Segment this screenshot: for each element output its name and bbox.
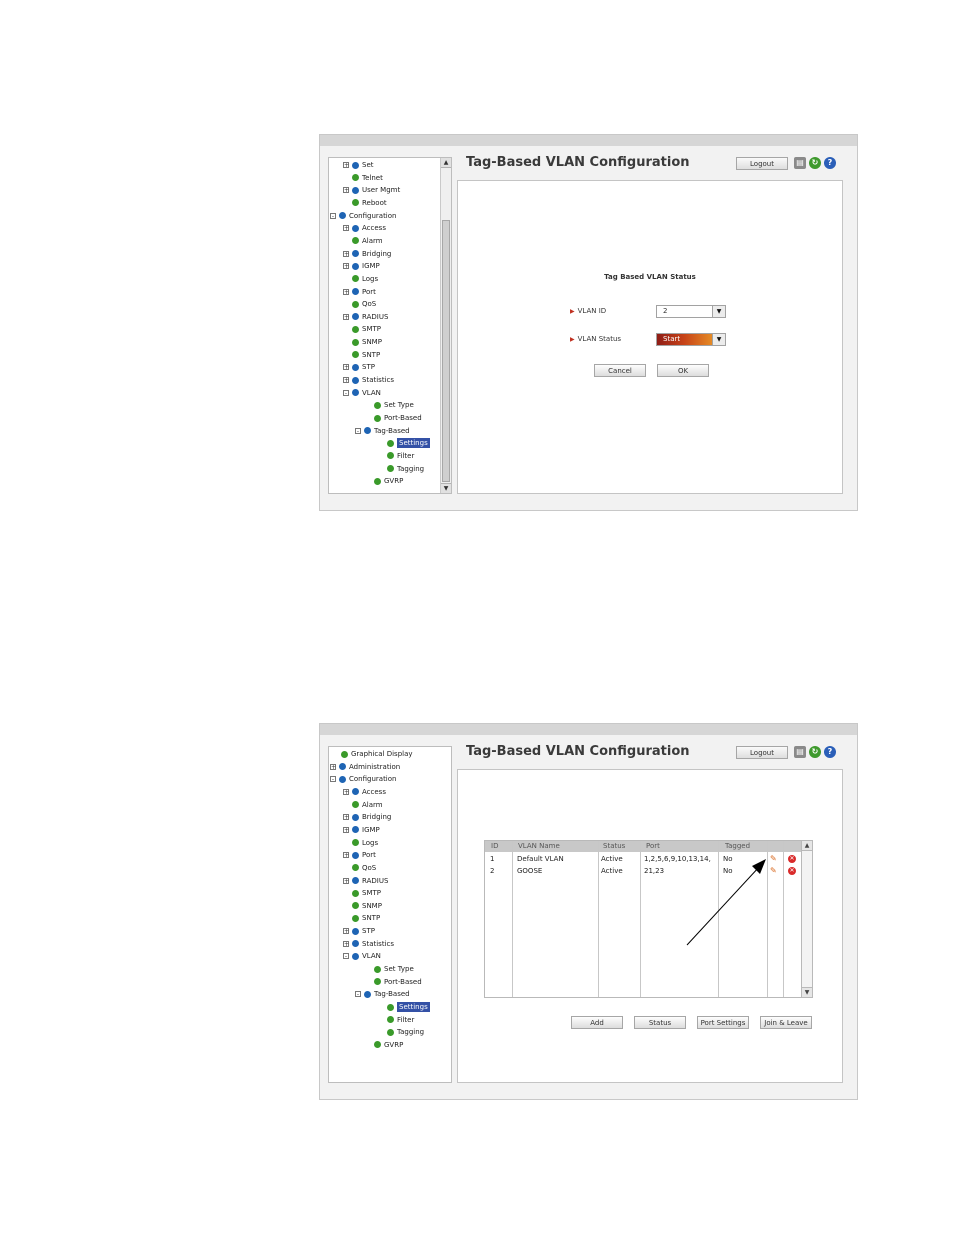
annotation-arrow — [686, 859, 766, 946]
arrow-shaft — [686, 865, 761, 946]
